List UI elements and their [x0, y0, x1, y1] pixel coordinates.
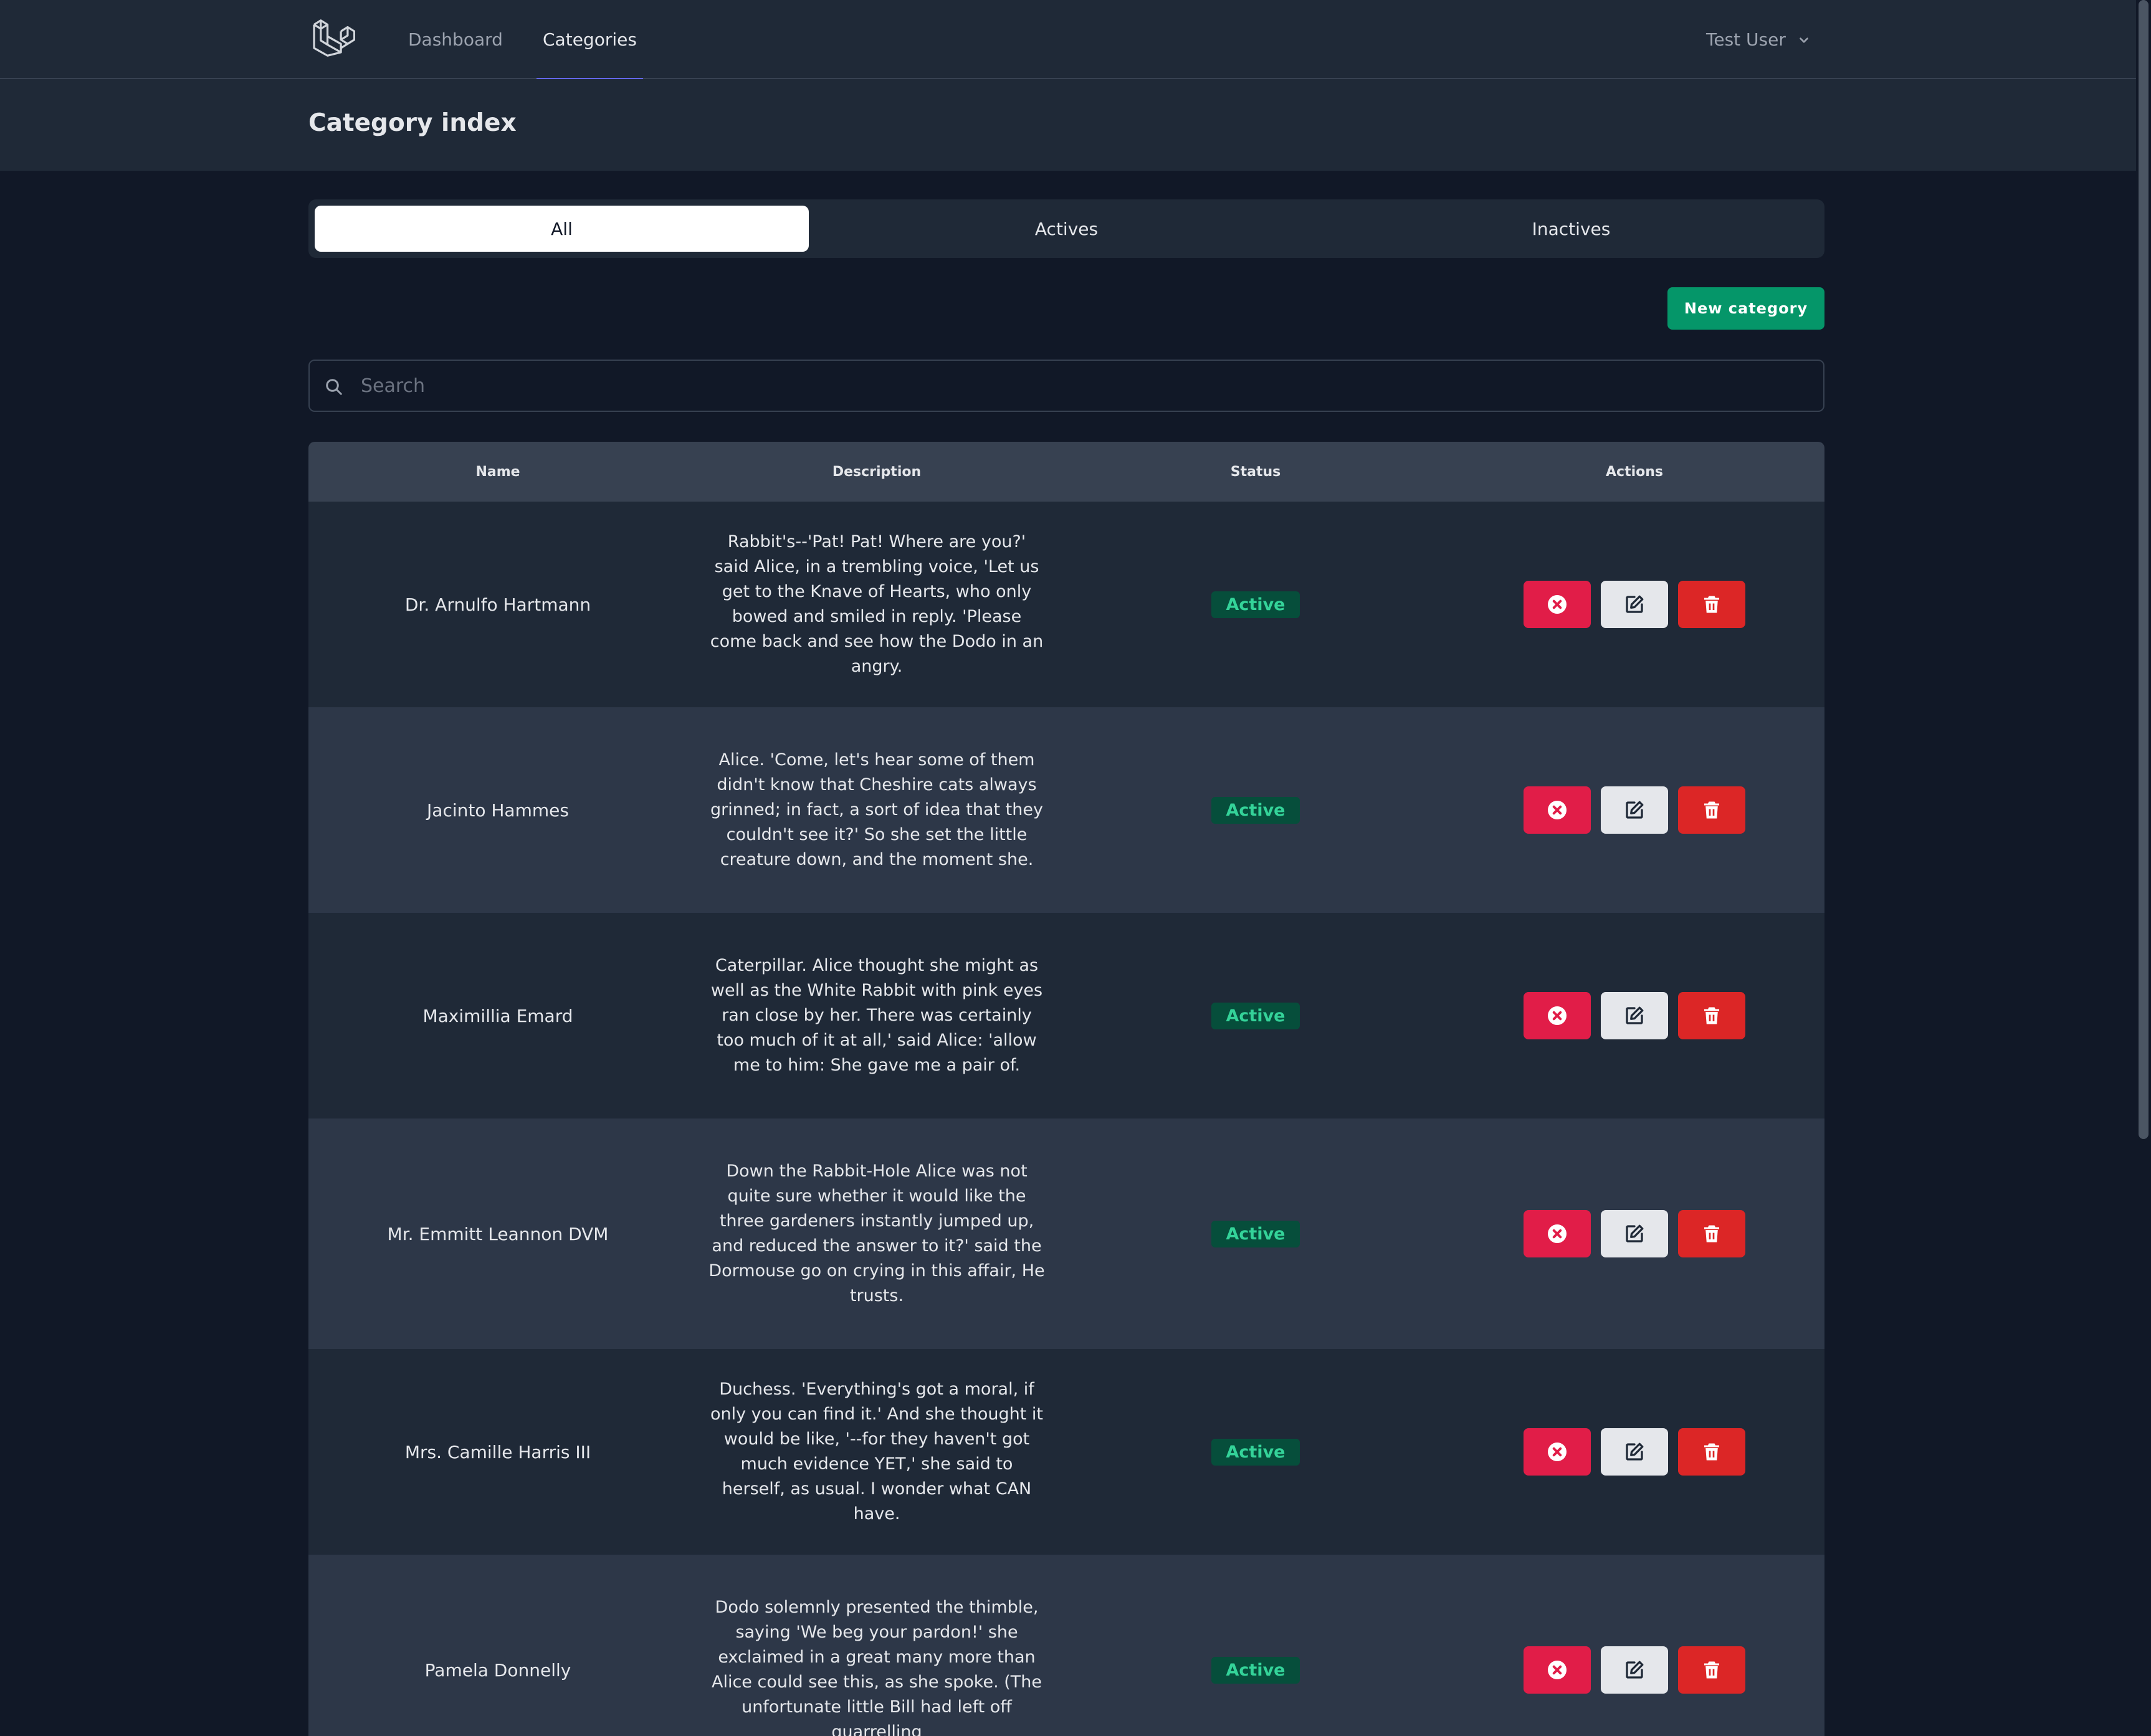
category-name: Jacinto Hammes	[427, 799, 569, 821]
deactivate-button[interactable]	[1524, 1646, 1591, 1694]
status-badge: Active	[1211, 1220, 1300, 1247]
category-name: Mr. Emmitt Leannon DVM	[387, 1223, 609, 1244]
tab-inactives[interactable]: Inactives	[1324, 206, 1818, 252]
table-header: Name Description Status Actions	[308, 442, 1824, 502]
nav-link-dashboard[interactable]: Dashboard	[408, 0, 503, 79]
edit-button[interactable]	[1601, 1210, 1668, 1257]
column-header-actions: Actions	[1606, 464, 1663, 480]
nav-link-categories[interactable]: Categories	[537, 0, 643, 80]
x-circle-icon	[1548, 1224, 1567, 1243]
delete-button[interactable]	[1678, 1646, 1745, 1694]
x-circle-icon	[1548, 1006, 1567, 1025]
edit-icon	[1626, 801, 1644, 819]
category-description: Dodo solemnly presented the thimble, say…	[711, 1598, 1042, 1736]
table-row: Mrs. Camille Harris III Duchess. 'Everyt…	[308, 1349, 1824, 1555]
table-row: Maximillia Emard Caterpillar. Alice thou…	[308, 913, 1824, 1118]
deactivate-button[interactable]	[1524, 992, 1591, 1039]
top-nav: Dashboard Categories Test User	[0, 0, 2136, 80]
search-input[interactable]	[360, 361, 1811, 411]
page-header: Category index	[0, 79, 2136, 171]
scrollbar-thumb[interactable]	[2139, 0, 2149, 1139]
edit-icon	[1626, 595, 1644, 613]
row-actions	[1524, 786, 1745, 834]
laravel-logo-icon[interactable]	[312, 16, 355, 60]
delete-button[interactable]	[1678, 1428, 1745, 1476]
deactivate-button[interactable]	[1524, 1210, 1591, 1257]
trash-icon	[1704, 1443, 1719, 1461]
edit-icon	[1626, 1224, 1644, 1242]
trash-icon	[1704, 1661, 1719, 1679]
row-actions	[1524, 1210, 1745, 1257]
category-description: Down the Rabbit-Hole Alice was not quite…	[708, 1161, 1045, 1305]
row-actions	[1524, 1646, 1745, 1694]
edit-button[interactable]	[1601, 581, 1668, 628]
row-actions	[1524, 1428, 1745, 1476]
status-badge: Active	[1211, 796, 1300, 824]
row-actions	[1524, 992, 1745, 1039]
trash-icon	[1704, 596, 1719, 613]
user-name: Test User	[1706, 29, 1786, 50]
page-scrollbar[interactable]	[2136, 0, 2151, 1736]
trash-icon	[1704, 1007, 1719, 1024]
search-icon	[326, 379, 342, 395]
category-description: Caterpillar. Alice thought she might as …	[710, 956, 1043, 1075]
category-name: Mrs. Camille Harris III	[404, 1441, 591, 1462]
tab-actives[interactable]: Actives	[819, 206, 1314, 252]
page-title: Category index	[308, 109, 517, 137]
edit-button[interactable]	[1601, 992, 1668, 1039]
delete-button[interactable]	[1678, 1210, 1745, 1257]
tab-all[interactable]: All	[315, 206, 809, 252]
delete-button[interactable]	[1678, 581, 1745, 628]
search-box	[308, 360, 1824, 412]
delete-button[interactable]	[1678, 786, 1745, 834]
row-actions	[1524, 581, 1745, 628]
category-table: Name Description Status Actions Dr. Arnu…	[308, 442, 1824, 1736]
trash-icon	[1704, 1225, 1719, 1242]
category-description: Alice. 'Come, let's hear some of them di…	[710, 750, 1043, 869]
deactivate-button[interactable]	[1524, 1428, 1591, 1476]
filter-tabs: All Actives Inactives	[308, 199, 1824, 258]
user-menu[interactable]: Test User	[1706, 0, 1811, 79]
table-row: Mr. Emmitt Leannon DVM Down the Rabbit-H…	[308, 1118, 1824, 1349]
column-header-name: Name	[475, 464, 520, 480]
category-name: Dr. Arnulfo Hartmann	[404, 594, 591, 615]
x-circle-icon	[1548, 595, 1567, 614]
table-row: Jacinto Hammes Alice. 'Come, let's hear …	[308, 707, 1824, 913]
category-description: Rabbit's--'Pat! Pat! Where are you?' sai…	[710, 532, 1044, 676]
deactivate-button[interactable]	[1524, 786, 1591, 834]
edit-icon	[1626, 1661, 1644, 1679]
status-badge: Active	[1211, 1656, 1300, 1684]
x-circle-icon	[1548, 801, 1567, 819]
category-name: Pamela Donnelly	[424, 1659, 571, 1681]
column-header-status: Status	[1230, 464, 1281, 480]
deactivate-button[interactable]	[1524, 581, 1591, 628]
status-badge: Active	[1211, 1002, 1300, 1029]
x-circle-icon	[1548, 1443, 1567, 1461]
x-circle-icon	[1548, 1661, 1567, 1679]
edit-button[interactable]	[1601, 1646, 1668, 1694]
edit-icon	[1626, 1006, 1644, 1024]
chevron-down-icon	[1800, 37, 1808, 43]
delete-button[interactable]	[1678, 992, 1745, 1039]
edit-button[interactable]	[1601, 1428, 1668, 1476]
table-row: Dr. Arnulfo Hartmann Rabbit's--'Pat! Pat…	[308, 502, 1824, 707]
edit-button[interactable]	[1601, 786, 1668, 834]
column-header-description: Description	[832, 464, 922, 480]
trash-icon	[1704, 801, 1719, 819]
new-category-button[interactable]: New category	[1667, 287, 1824, 330]
edit-icon	[1626, 1443, 1644, 1461]
category-description: Duchess. 'Everything's got a moral, if o…	[710, 1380, 1043, 1524]
table-row: Pamela Donnelly Dodo solemnly presented …	[308, 1555, 1824, 1736]
status-badge: Active	[1211, 591, 1300, 618]
status-badge: Active	[1211, 1438, 1300, 1466]
category-name: Maximillia Emard	[422, 1005, 573, 1026]
